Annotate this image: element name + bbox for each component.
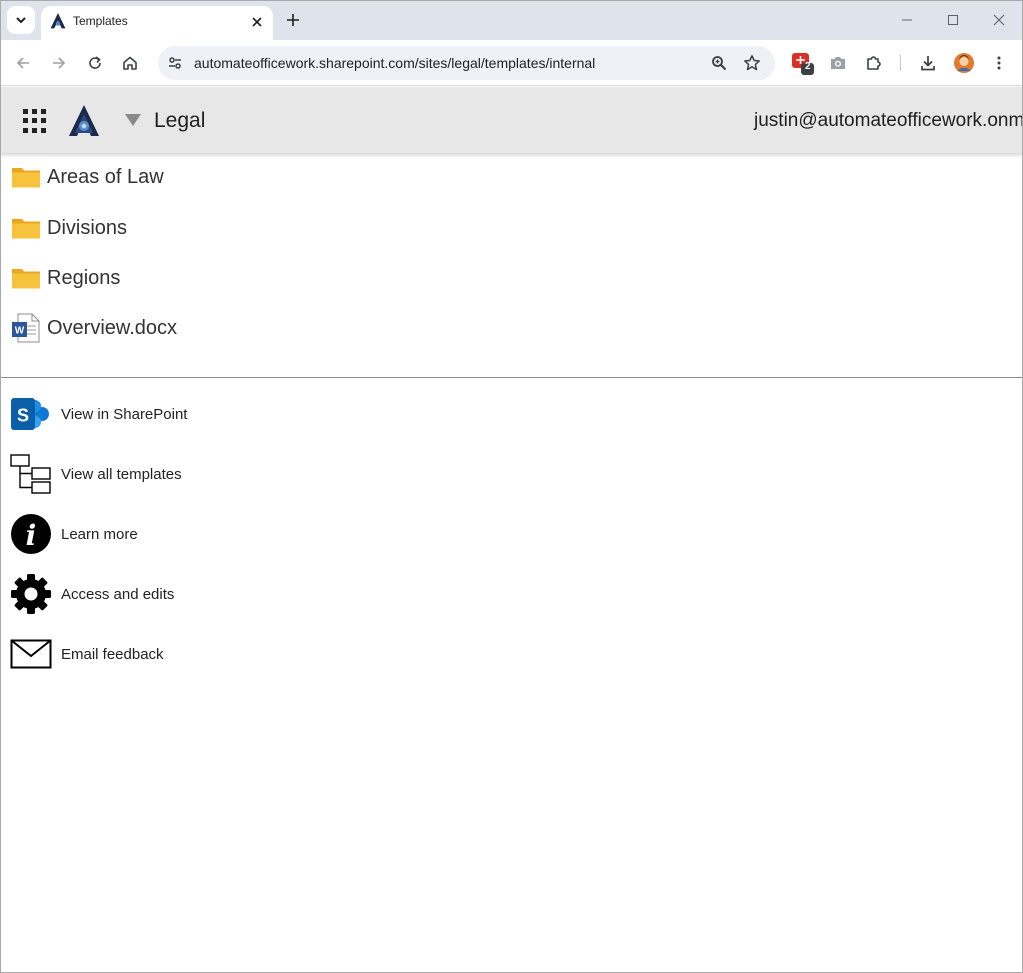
browser-tab-strip: Templates — [0, 0, 1023, 40]
user-email: justin@automateofficework.onmicr — [754, 110, 1023, 131]
browser-toolbar: automateofficework.sharepoint.com/sites/… — [0, 40, 1023, 86]
tab-close-button[interactable] — [246, 11, 268, 33]
envelope-icon — [10, 633, 52, 675]
app-launcher-waffle-icon[interactable] — [23, 109, 47, 133]
folder-label: Areas of Law — [47, 165, 164, 188]
forward-button[interactable] — [45, 49, 73, 77]
svg-text:S: S — [17, 406, 29, 426]
app-logo-icon — [50, 13, 66, 29]
action-label: Access and edits — [61, 585, 175, 603]
svg-text:W: W — [15, 326, 25, 337]
arrow-right-icon — [53, 57, 66, 69]
svg-text:i: i — [26, 519, 37, 552]
active-tab[interactable]: Templates — [41, 6, 273, 40]
site-info-button[interactable] — [163, 51, 187, 75]
back-button[interactable] — [9, 49, 37, 77]
puzzle-icon — [867, 56, 881, 70]
folder-label: Divisions — [47, 216, 128, 239]
access-and-edits-link[interactable]: Access and edits — [10, 572, 174, 616]
address-bar[interactable]: automateofficework.sharepoint.com/sites/… — [158, 46, 775, 80]
folder-item-divisions[interactable]: Divisions — [10, 208, 127, 248]
reload-icon — [89, 56, 101, 69]
maximize-icon — [948, 15, 958, 25]
action-label: View all templates — [61, 465, 182, 483]
file-item-overview-docx[interactable]: W Overview.docx — [10, 308, 177, 348]
arrow-left-icon — [16, 57, 29, 69]
camera-icon — [831, 57, 845, 69]
profile-button[interactable] — [950, 49, 978, 77]
sharepoint-icon: S — [10, 393, 52, 435]
folder-label: Regions — [47, 266, 121, 289]
screenshot-button[interactable] — [824, 49, 852, 77]
action-label: View in SharePoint — [61, 405, 188, 423]
more-vertical-icon — [997, 56, 1001, 70]
folder-item-areas-of-law[interactable]: Areas of Law — [10, 157, 164, 197]
home-button[interactable] — [116, 49, 144, 77]
extension-badge-icon — [792, 53, 814, 75]
close-icon — [993, 14, 1005, 26]
download-icon — [921, 56, 935, 71]
email-feedback-link[interactable]: Email feedback — [10, 632, 164, 676]
bookmark-button[interactable] — [740, 51, 764, 75]
plus-icon — [287, 14, 299, 26]
site-name[interactable]: Legal — [154, 109, 205, 133]
folder-icon — [10, 212, 42, 244]
file-label: Overview.docx — [47, 316, 178, 339]
extension-badge-count: 2 — [805, 61, 811, 72]
info-icon: i — [10, 513, 52, 555]
gear-icon — [10, 573, 52, 615]
close-icon — [252, 17, 262, 27]
extensions-menu-button[interactable] — [860, 49, 888, 77]
zoom-button[interactable] — [707, 51, 731, 75]
star-icon — [744, 55, 760, 71]
chevron-down-icon — [16, 17, 26, 24]
app-header: Legal justin@automateofficework.onmicr — [0, 87, 1023, 153]
folder-item-regions[interactable]: Regions — [10, 258, 120, 298]
maximize-button[interactable] — [938, 6, 968, 34]
url-text: automateofficework.sharepoint.com/sites/… — [194, 55, 596, 71]
app-logo-icon — [69, 105, 99, 136]
folder-icon — [10, 161, 42, 193]
avatar-icon — [954, 53, 974, 73]
caret-down-icon[interactable] — [124, 113, 142, 127]
reload-button[interactable] — [81, 49, 109, 77]
zoom-icon — [712, 56, 727, 71]
downloads-button[interactable] — [914, 49, 942, 77]
new-tab-button[interactable] — [281, 8, 305, 32]
window-close-button[interactable] — [984, 6, 1014, 34]
browser-menu-button[interactable] — [985, 49, 1013, 77]
extension-button[interactable]: 2 — [789, 49, 817, 77]
tree-icon — [10, 453, 52, 495]
tune-icon — [169, 57, 181, 69]
folder-icon — [10, 262, 42, 294]
home-icon — [123, 56, 137, 70]
view-in-sharepoint-link[interactable]: S View in SharePoint — [10, 392, 187, 436]
minimize-button[interactable] — [892, 6, 922, 34]
section-divider — [0, 377, 1023, 378]
learn-more-link[interactable]: i Learn more — [10, 512, 138, 556]
view-all-templates-link[interactable]: View all templates — [10, 452, 182, 496]
toolbar-separator — [900, 55, 901, 71]
word-document-icon: W — [10, 312, 42, 344]
action-label: Email feedback — [61, 645, 164, 663]
minimize-icon — [902, 19, 912, 21]
action-label: Learn more — [61, 525, 138, 543]
tab-title: Templates — [73, 14, 128, 28]
tab-search-button[interactable] — [7, 6, 35, 34]
